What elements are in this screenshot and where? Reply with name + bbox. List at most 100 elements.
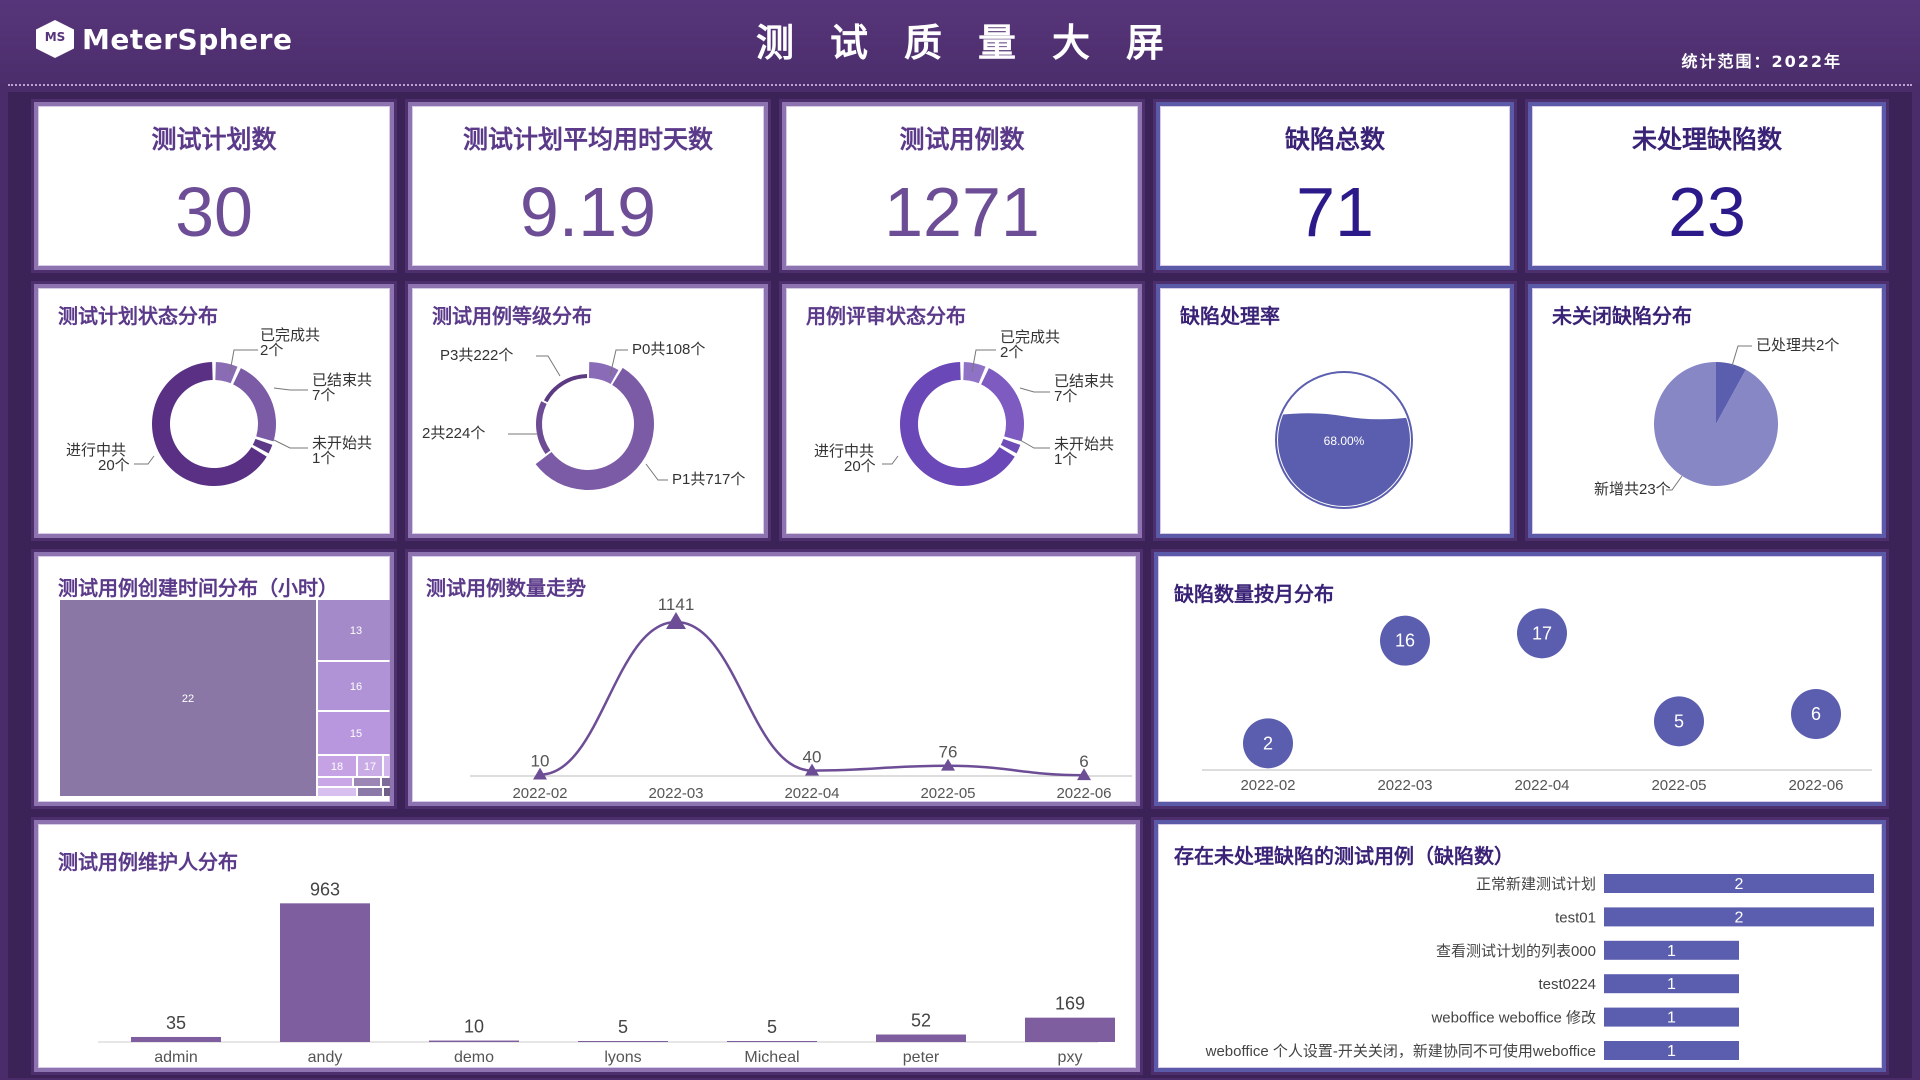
bar-value-label: 35 [166,1013,186,1033]
bar-value-label: 963 [310,879,340,899]
treemap-cell-label: 15 [350,728,362,740]
bar-value-label: 1 [1667,976,1676,993]
case-level-donut-chart: P0共108个 P1共717个 2共224个 P3共222个 [422,341,745,491]
treemap-cell [318,788,356,796]
y-category-label: test0224 [1538,976,1596,993]
create-time-treemap: 22 13 16 15 18 17 [60,600,390,796]
bar-value-label: 1 [1667,1043,1676,1060]
bar-peter[interactable] [876,1034,966,1042]
label-inprogress-count: 20个 [98,457,130,474]
label-new: 新增共23个 [1594,481,1671,498]
stat-card-open-defects: 未处理缺陷数 23 [1528,102,1886,270]
bar-demo[interactable] [429,1040,519,1042]
bubble-value-label: 17 [1532,623,1552,643]
bar-value-label: 5 [767,1017,777,1037]
donut-slice[interactable] [963,362,986,384]
review-status-donut-chart: 已完成共 2个 已结束共 7个 未开始共 1个 进行中共 20个 [814,329,1114,486]
donut-slices [151,362,276,486]
donut-slice[interactable] [536,401,551,454]
y-category-label: weboffice weboffice 修改 [1430,1010,1596,1027]
label-inprogress-count: 20个 [844,458,876,475]
case-trend-line-chart: 10 2022-02 1141 2022-03 40 2022-04 76 2022-05 6 2… [470,595,1132,802]
y-category-label: 查看测试计划的列表000 [1436,943,1596,960]
stat-label: 测试计划平均用时天数 [462,125,713,154]
maintainers-bar-chart: 35 admin 963 andy 10 demo 5 lyons 5 Micheal 52 pete… [98,879,1115,1066]
x-tick-label: 2022-02 [1240,777,1295,794]
label-p1: P1共717个 [672,471,745,488]
stat-card-defect-total: 缺陷总数 71 [1156,102,1514,270]
stat-value: 71 [1296,173,1374,251]
defect-cases-card: 存在未处理缺陷的测试用例（缺陷数） 2 正常新建测试计划 2 test01 1 查看测试计… [1154,820,1886,1072]
x-tick-label: 2022-02 [512,785,567,802]
stat-label: 缺陷总数 [1284,125,1385,154]
header-divider [8,84,1912,86]
bar-value-label: 2 [1735,876,1744,893]
monthly-defects-bubble-chart: 2 2022-02 16 2022-03 17 2022-04 5 2022-05 6 2022-… [1202,608,1872,794]
donut-slice[interactable] [233,368,276,442]
review-status-card: 用例评审状态分布 已完成共 2个 已结束共 7个 未开始共 1个 进行中共 20… [782,284,1142,538]
bar-value-label: 1 [1667,943,1676,960]
x-tick-label: lyons [604,1049,641,1066]
bar-andy[interactable] [280,903,370,1042]
x-tick-label: andy [308,1049,343,1066]
stat-value: 1271 [884,173,1040,251]
treemap-cell [382,778,390,786]
x-tick-label: 2022-06 [1056,785,1111,802]
trend-point[interactable] [666,612,686,629]
bar-admin[interactable] [131,1036,221,1042]
trend-value-label: 76 [939,743,958,762]
liquid-gauge-fill [1278,413,1410,506]
donut-slice[interactable] [535,367,655,491]
x-tick-label: 2022-06 [1788,777,1843,794]
defect-rate-value: 68.00% [1324,434,1365,448]
donut-slice[interactable] [981,368,1024,442]
stat-label: 测试用例数 [899,125,1025,154]
donut-slice[interactable] [215,362,238,384]
bar-pxy[interactable] [1025,1017,1115,1042]
label-completed-count: 2个 [1000,344,1023,361]
case-trend-card: 测试用例数量走势 10 2022-02 1141 2022-03 40 2022-04 76… [408,552,1140,806]
stat-label: 测试计划数 [151,125,277,154]
donut-slice[interactable] [543,374,588,403]
x-tick-label: 2022-04 [1514,777,1569,794]
pie-slices [1654,362,1778,486]
trend-value-label: 6 [1079,752,1088,771]
label-ended-count: 7个 [312,387,335,404]
trend-value-label: 40 [803,748,822,767]
stat-value: 23 [1668,173,1746,251]
defect-rate-liquid-chart: 68.00% [1275,371,1413,509]
donut-slices [535,362,655,491]
bar-value-label: 10 [464,1017,484,1037]
defect-cases-bar-chart: 2 正常新建测试计划 2 test01 1 查看测试计划的列表000 1 test0224 1 w… [1205,874,1874,1060]
label-p0: P0共108个 [632,341,705,358]
stat-value: 30 [175,173,253,251]
x-tick-label: peter [903,1049,940,1066]
stat-label: 未处理缺陷数 [1631,125,1782,154]
label-notstarted-count: 1个 [312,450,335,467]
stat-card-plan-avg-days: 测试计划平均用时天数 9.19 [408,102,768,270]
monthly-defects-card: 缺陷数量按月分布 2 2022-02 16 2022-03 17 2022-04 5 2022… [1154,552,1886,806]
stat-card-plan-count: 测试计划数 30 [34,102,394,270]
statistics-range: 统计范围：2022年 [1681,52,1842,71]
treemap-cell [384,788,390,796]
trend-value-label: 1141 [658,595,695,614]
y-category-label: weboffice 个人设置-开关关闭，新建协同不可使用weboffice [1205,1043,1596,1060]
bar-lyons[interactable] [578,1041,668,1042]
plan-status-card: 测试计划状态分布 已完成共 2个 已结束共 7个 未开始共 1个 进行中共 20… [34,284,394,538]
bubble-value-label: 5 [1674,711,1684,731]
bubble-value-label: 2 [1263,733,1273,753]
bar-value-label: 2 [1735,909,1744,926]
treemap-cells: 22 13 16 15 18 17 [60,600,390,796]
donut-slice[interactable] [588,362,619,384]
x-tick-label: 2022-05 [1651,777,1706,794]
bar-value-label: 52 [911,1011,931,1031]
bar-value-label: 169 [1055,994,1085,1014]
defect-rate-card: 缺陷处理率 68.00% [1156,284,1514,538]
treemap-cell-label: 22 [182,693,194,705]
plan-status-donut-chart: 已完成共 2个 已结束共 7个 未开始共 1个 进行中共 20个 [66,327,372,486]
x-tick-label: admin [154,1049,198,1066]
open-defects-card: 未关闭缺陷分布 已处理共2个 新增共23个 [1528,284,1886,538]
pie-slice[interactable] [1654,362,1778,486]
bubble-value-label: 6 [1811,704,1821,724]
bar-Micheal[interactable] [727,1041,817,1042]
